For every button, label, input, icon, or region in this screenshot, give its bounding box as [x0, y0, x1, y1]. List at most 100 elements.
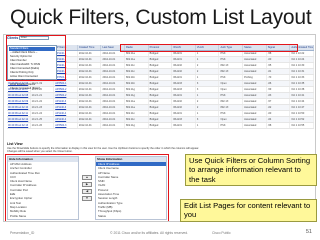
table-cell: Oct 1 10:35: [290, 81, 314, 86]
table-cell: 802.11b: [125, 75, 149, 80]
list-view-instructions: Use the Show/Hide buttons to specify the…: [7, 147, 200, 154]
table-cell: 1: [196, 75, 220, 80]
table-cell: 10.2.1.21: [31, 93, 55, 98]
ap-name-link[interactable]: AP1140-3: [54, 105, 78, 110]
table-cell: 10.2.1.24: [31, 111, 55, 116]
client-name-link[interactable]: 00:40:96:a1:b2:10: [7, 105, 31, 110]
table-cell: 2012-10-01: [78, 51, 102, 56]
table-cell: Oct 1 10:41: [290, 93, 314, 98]
table-cell: WLAN1: [172, 57, 196, 62]
slide-footer: Presentation_ID © 2011 Cisco and/or its …: [0, 227, 320, 240]
table-cell: 2012-10-01: [78, 123, 102, 128]
table-cell: Oct 1 10:52: [290, 117, 314, 122]
table-cell: Bridged: [149, 105, 173, 110]
table-cell: Bridged: [149, 75, 173, 80]
screenshot-panel: Clients Filter Client NameIP AddressAP N…: [3, 34, 316, 222]
table-cell: 802.11b: [125, 81, 149, 86]
table-cell: Associated: [243, 57, 267, 62]
table-cell: 2012-10-01: [101, 111, 126, 116]
table-cell: WLAN2: [172, 105, 196, 110]
client-name-link[interactable]: 00:40:96:a1:b2:09: [7, 99, 31, 104]
table-cell: 3: [196, 117, 220, 122]
ap-name-link[interactable]: AP3500-2: [54, 93, 78, 98]
footer-copyright: © 2011 Cisco and/or its affiliates. All …: [110, 231, 189, 235]
table-cell: Open: [219, 81, 244, 86]
table-cell: Oct 1 10:38: [290, 87, 314, 92]
table-cell: Associated: [243, 99, 267, 104]
table-cell: 3: [196, 87, 220, 92]
table-cell: 802.1X: [219, 105, 244, 110]
table-cell: 10.2.1.26: [31, 123, 55, 128]
table-cell: 2012-10-01: [78, 57, 102, 62]
column-header[interactable]: Created Time: [78, 45, 102, 50]
table-cell: 802.1X: [219, 69, 244, 74]
table-cell: -57: [267, 99, 291, 104]
ap-name-link[interactable]: AP3500-3: [54, 123, 78, 128]
table-cell: WLAN1: [172, 93, 196, 98]
table-cell: Associated: [243, 81, 267, 86]
table-cell: 802.11n: [125, 63, 149, 68]
table-row[interactable]: 00:40:96:a1:b2:13 10.2.1.26 AP3500-3 2012-1…: [7, 123, 314, 129]
table-cell: 1: [196, 123, 220, 128]
table-cell: 2: [196, 105, 220, 110]
table-cell: Oct 1 10:24: [290, 57, 314, 62]
table-cell: 10.2.1.23: [31, 105, 55, 110]
client-name-link[interactable]: 00:40:96:a1:b2:13: [7, 123, 31, 128]
table-cell: 802.11g: [125, 87, 149, 92]
ap-name-link[interactable]: AP1140-3: [54, 99, 78, 104]
table-cell: 802.11a: [125, 99, 149, 104]
table-cell: 802.11n: [125, 111, 149, 116]
table-cell: Associated: [243, 123, 267, 128]
table-cell: Bridged: [149, 57, 173, 62]
client-name-link[interactable]: 00:40:96:a1:b2:11: [7, 111, 31, 116]
table-cell: Oct 1 10:55: [290, 123, 314, 128]
table-cell: 2012-10-01: [101, 63, 126, 68]
table-cell: WLAN1: [172, 75, 196, 80]
client-name-link[interactable]: 00:40:96:a1:b2:08: [7, 93, 31, 98]
ap-name-link[interactable]: AP1140-4: [54, 117, 78, 122]
table-cell: -70: [267, 75, 291, 80]
footer-classification: Cisco Public: [212, 231, 231, 235]
table-cell: WLAN2: [172, 69, 196, 74]
table-cell: 10.2.1.25: [31, 117, 55, 122]
table-cell: -66: [267, 81, 291, 86]
table-cell: Oct 1 10:44: [290, 99, 314, 104]
table-cell: 802.11n: [125, 117, 149, 122]
ap-name-link[interactable]: AP1140-4: [54, 111, 78, 116]
table-cell: 2: [196, 99, 220, 104]
table-cell: -60: [267, 57, 291, 62]
ap-name-link[interactable]: AP3500-1: [54, 81, 78, 86]
table-cell: -60: [267, 111, 291, 116]
footer-presentation-id: Presentation_ID: [10, 231, 35, 235]
table-cell: 2012-10-01: [78, 81, 102, 86]
table-cell: WLAN1: [172, 111, 196, 116]
page-number: 51: [305, 229, 312, 235]
table-cell: Bridged: [149, 123, 173, 128]
table-cell: 2012-10-01: [101, 57, 126, 62]
quick-filter-option[interactable]: Clients Connected (5GHz): [9, 87, 55, 91]
table-cell: Associated: [243, 93, 267, 98]
table-cell: 802.11g: [125, 93, 149, 98]
table-cell: -62: [267, 105, 291, 110]
table-cell: PSK: [219, 93, 244, 98]
ap-name-link[interactable]: AP3500-2: [54, 87, 78, 92]
list-layout-highlight: [5, 154, 169, 221]
table-cell: Associated: [243, 69, 267, 74]
table-cell: 802.11g: [125, 123, 149, 128]
table-cell: Bridged: [149, 111, 173, 116]
table-cell: Oct 1 10:33: [290, 75, 314, 80]
table-cell: Bridged: [149, 69, 173, 74]
table-cell: Associated: [243, 87, 267, 92]
table-cell: PSK: [219, 123, 244, 128]
client-name-link[interactable]: 00:40:96:a1:b2:12: [7, 117, 31, 122]
table-cell: Bridged: [149, 63, 173, 68]
table-cell: 802.11a: [125, 57, 149, 62]
column-header-highlight: [120, 44, 298, 52]
table-cell: 2012-10-01: [78, 99, 102, 104]
table-cell: 2012-10-01: [78, 69, 102, 74]
table-cell: -59: [267, 87, 291, 92]
table-cell: 2012-10-01: [78, 63, 102, 68]
table-cell: 2: [196, 69, 220, 74]
table-cell: Associated: [243, 63, 267, 68]
table-cell: PSK: [219, 75, 244, 80]
